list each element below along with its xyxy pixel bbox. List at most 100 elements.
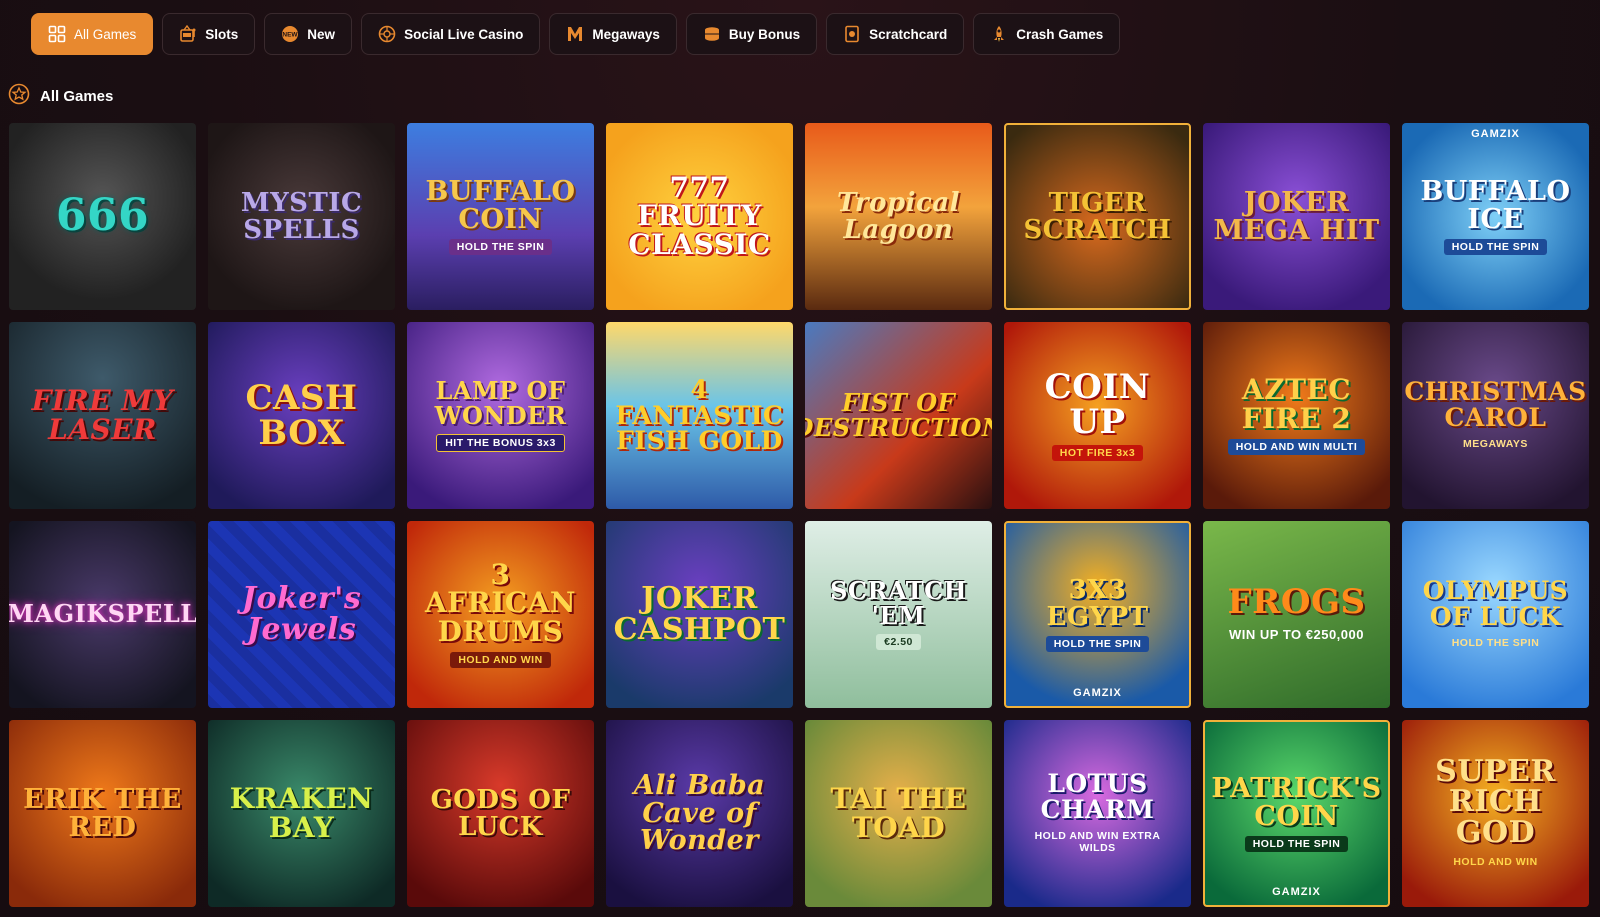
game-subtitle: HOLD THE SPIN [1451, 637, 1540, 649]
game-subtitle: WIN UP TO €250,000 [1229, 627, 1364, 643]
tab-scratchcard[interactable]: Scratchcard [826, 13, 965, 55]
tab-buy-bonus[interactable]: Buy Bonus [685, 13, 818, 55]
game-title: Joker Mega Hit [1213, 186, 1380, 246]
tab-megaways[interactable]: Megaways [549, 13, 677, 55]
game-subtitle: HIT THE BONUS 3x3 [436, 433, 565, 452]
star-badge-icon [8, 83, 30, 109]
game-tile[interactable]: Christmas Carol MEGAWAYS [1402, 322, 1589, 509]
game-title: Lamp of Wonder [434, 376, 567, 430]
game-title: Aztec Fire 2 [1241, 372, 1352, 435]
game-title: Joker's Jewels [241, 580, 362, 647]
game-subtitle: MEGAWAYS [1463, 438, 1528, 450]
game-title: Ali Baba Cave of Wonder [633, 770, 766, 857]
game-tile[interactable]: Olympus of Luck HOLD THE SPIN [1402, 521, 1589, 708]
tab-label: Social Live Casino [404, 26, 524, 42]
tab-label: New [307, 26, 336, 42]
category-tabs: All Games Slots NEW New Social Live Casi… [31, 13, 1121, 55]
game-title: Olympus of Luck [1422, 576, 1569, 631]
megaways-m-icon [566, 25, 584, 43]
game-title: Tiger Scratch [1023, 187, 1172, 245]
game-subtitle: HOLD THE SPIN [1244, 836, 1349, 853]
game-title: Fist of Destruction [805, 388, 992, 442]
svg-text:NEW: NEW [283, 32, 299, 39]
game-title: 3 African Drums [424, 557, 577, 648]
roulette-icon [378, 25, 396, 43]
game-title: Super Rich God [1435, 753, 1556, 850]
game-brand: GAMZIX [1073, 687, 1122, 699]
game-tile[interactable]: Joker Cashpot [606, 521, 793, 708]
coin-stack-icon [703, 25, 721, 43]
game-title: Cash Box [245, 377, 358, 453]
game-tile[interactable]: GAMZIX Buffalo Ice HOLD THE SPIN [1402, 123, 1589, 310]
game-tile[interactable]: Magikspell [9, 521, 196, 708]
rocket-icon [990, 25, 1008, 43]
game-tile[interactable]: 666 [9, 123, 196, 310]
game-subtitle: HOLD THE SPIN [1443, 239, 1548, 256]
tab-social-live-casino[interactable]: Social Live Casino [361, 13, 541, 55]
game-subtitle: HOT FIRE 3x3 [1051, 445, 1144, 462]
new-badge-icon: NEW [281, 25, 299, 43]
game-title: 777 Fruity Classic [628, 170, 771, 261]
game-subtitle: HOLD THE SPIN [1045, 636, 1150, 653]
game-title: Kraken Bay [229, 781, 374, 844]
games-grid: 666 Mystic Spells Buffalo Coin HOLD THE … [9, 123, 1589, 907]
tab-label: Megaways [592, 26, 660, 42]
game-tile[interactable]: 777 Fruity Classic [606, 123, 793, 310]
game-tile[interactable]: Erik the Red [9, 720, 196, 907]
game-tile[interactable]: 3x3 Egypt HOLD THE SPIN GAMZIX [1004, 521, 1191, 708]
tab-crash-games[interactable]: Crash Games [973, 13, 1121, 55]
game-tile[interactable]: Super Rich God HOLD AND WIN [1402, 720, 1589, 907]
tab-label: All Games [74, 26, 137, 42]
game-subtitle: HOLD AND WIN MULTI [1227, 439, 1366, 456]
game-tile[interactable]: Tai the Toad [805, 720, 992, 907]
game-title: Scratch 'Em [830, 576, 967, 630]
game-subtitle: HOLD THE SPIN [448, 239, 553, 256]
game-tile[interactable]: Gods of Luck [407, 720, 594, 907]
game-tile[interactable]: Patrick's Coin HOLD THE SPIN GAMZIX [1203, 720, 1390, 907]
game-tile[interactable]: 4 Fantastic Fish Gold [606, 322, 793, 509]
game-title: Coin Up [1044, 366, 1151, 442]
tab-all-games[interactable]: All Games [31, 13, 154, 55]
game-tile[interactable]: Scratch 'Em €2.50 [805, 521, 992, 708]
game-title: Patrick's Coin [1211, 772, 1382, 832]
game-tile[interactable]: Coin Up HOT FIRE 3x3 [1004, 322, 1191, 509]
section-title: All Games [40, 87, 114, 105]
game-tile[interactable]: 3 African Drums HOLD AND WIN [407, 521, 594, 708]
game-brand: GAMZIX [1471, 128, 1520, 140]
game-tile[interactable]: Aztec Fire 2 HOLD AND WIN MULTI [1203, 322, 1390, 509]
game-title: Lotus Charm [1040, 769, 1155, 824]
game-title: Tai the Toad [830, 781, 967, 844]
game-tile[interactable]: Joker's Jewels [208, 521, 395, 708]
game-title: 4 Fantastic Fish Gold [615, 375, 784, 456]
tab-label: Scratchcard [869, 26, 948, 42]
game-tile[interactable]: Tiger Scratch [1004, 123, 1191, 310]
game-title: Buffalo Coin [425, 175, 576, 235]
tab-label: Slots [205, 26, 239, 42]
game-subtitle: €2.50 [876, 633, 921, 650]
tab-slots[interactable]: Slots [162, 13, 256, 55]
game-tile[interactable]: Cash Box [208, 322, 395, 509]
game-subtitle: HOLD AND WIN [1453, 856, 1538, 869]
game-tile[interactable]: Tropical Lagoon [805, 123, 992, 310]
game-tile[interactable]: Mystic Spells [208, 123, 395, 310]
game-tile[interactable]: Lamp of Wonder HIT THE BONUS 3x3 [407, 322, 594, 509]
game-tile[interactable]: Kraken Bay [208, 720, 395, 907]
tab-new[interactable]: NEW New [264, 13, 353, 55]
game-tile[interactable]: Ali Baba Cave of Wonder [606, 720, 793, 907]
game-title: Buffalo Ice [1420, 175, 1571, 235]
section-heading: All Games [8, 83, 113, 109]
game-tile[interactable]: Fist of Destruction [805, 322, 992, 509]
game-tile[interactable]: Frogs WIN UP TO €250,000 [1203, 521, 1390, 708]
tab-label: Crash Games [1016, 26, 1104, 42]
game-title: Erik the Red [23, 783, 182, 843]
game-subtitle: HOLD AND WIN EXTRA WILDS [1034, 830, 1161, 854]
tab-label: Buy Bonus [728, 26, 801, 42]
game-tile[interactable]: Lotus Charm HOLD AND WIN EXTRA WILDS [1004, 720, 1191, 907]
game-title: Mystic Spells [240, 187, 363, 245]
game-title: Christmas Carol [1404, 377, 1587, 432]
scratchcard-icon [843, 25, 861, 43]
game-title: 666 [55, 190, 150, 242]
game-tile[interactable]: Fire My Laser [9, 322, 196, 509]
game-tile[interactable]: Joker Mega Hit [1203, 123, 1390, 310]
game-tile[interactable]: Buffalo Coin HOLD THE SPIN [407, 123, 594, 310]
